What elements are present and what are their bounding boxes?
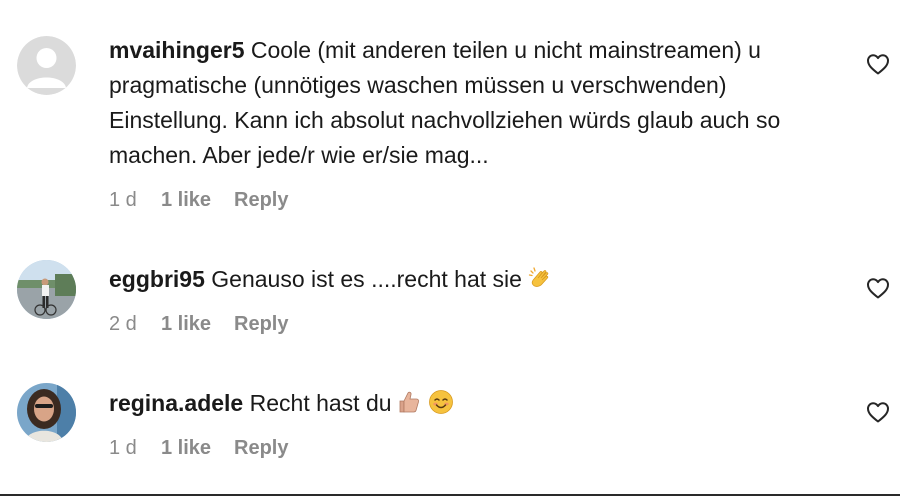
comment-meta: 1 d 1 like Reply <box>109 189 288 212</box>
comment-time: 2 d <box>109 313 137 335</box>
comment-meta: 2 d 1 like Reply <box>109 313 288 336</box>
comment-text: eggbri95 Genauso ist es ....recht hat si… <box>109 262 844 297</box>
heart-outline-icon[interactable] <box>866 53 890 75</box>
comment-meta: 1 d 1 like Reply <box>109 437 288 460</box>
heart-outline-icon[interactable] <box>866 401 890 423</box>
reply-button[interactable]: Reply <box>234 437 288 460</box>
comment-username[interactable]: mvaihinger5 <box>109 37 245 63</box>
comment-time: 1 d <box>109 437 137 459</box>
smiling-face-emoji <box>428 389 454 415</box>
comment-item: regina.adele Recht hast du 1 d 1 like Repl… <box>0 360 900 490</box>
comment-likes[interactable]: 1 like <box>161 437 234 460</box>
photo-avatar-cyclist[interactable] <box>17 260 76 319</box>
comment-likes[interactable]: 1 like <box>161 313 234 336</box>
comment-username[interactable]: eggbri95 <box>109 266 205 292</box>
comment-text: regina.adele Recht hast du <box>109 386 844 421</box>
comment-item: eggbri95 Genauso ist es ....recht hat si… <box>0 230 900 360</box>
heart-outline-icon[interactable] <box>866 277 890 299</box>
comment-item: mvaihinger5 Coole (mit anderen teilen u … <box>0 0 900 230</box>
comment-username[interactable]: regina.adele <box>109 390 243 416</box>
comment-body: Recht hast du <box>249 390 392 416</box>
comment-likes[interactable]: 1 like <box>161 189 234 212</box>
clapping-hands-emoji <box>528 265 554 291</box>
comment-body: Genauso ist es ....recht hat sie <box>211 266 522 292</box>
comment-time: 1 d <box>109 189 137 211</box>
reply-button[interactable]: Reply <box>234 189 288 212</box>
comments-list: mvaihinger5 Coole (mit anderen teilen u … <box>0 0 900 500</box>
bottom-divider <box>0 494 900 496</box>
default-avatar-icon[interactable] <box>17 36 76 95</box>
thumbs-up-emoji <box>396 389 422 415</box>
comment-text: mvaihinger5 Coole (mit anderen teilen u … <box>109 33 844 173</box>
photo-avatar-woman[interactable] <box>17 383 76 442</box>
reply-button[interactable]: Reply <box>234 313 288 336</box>
